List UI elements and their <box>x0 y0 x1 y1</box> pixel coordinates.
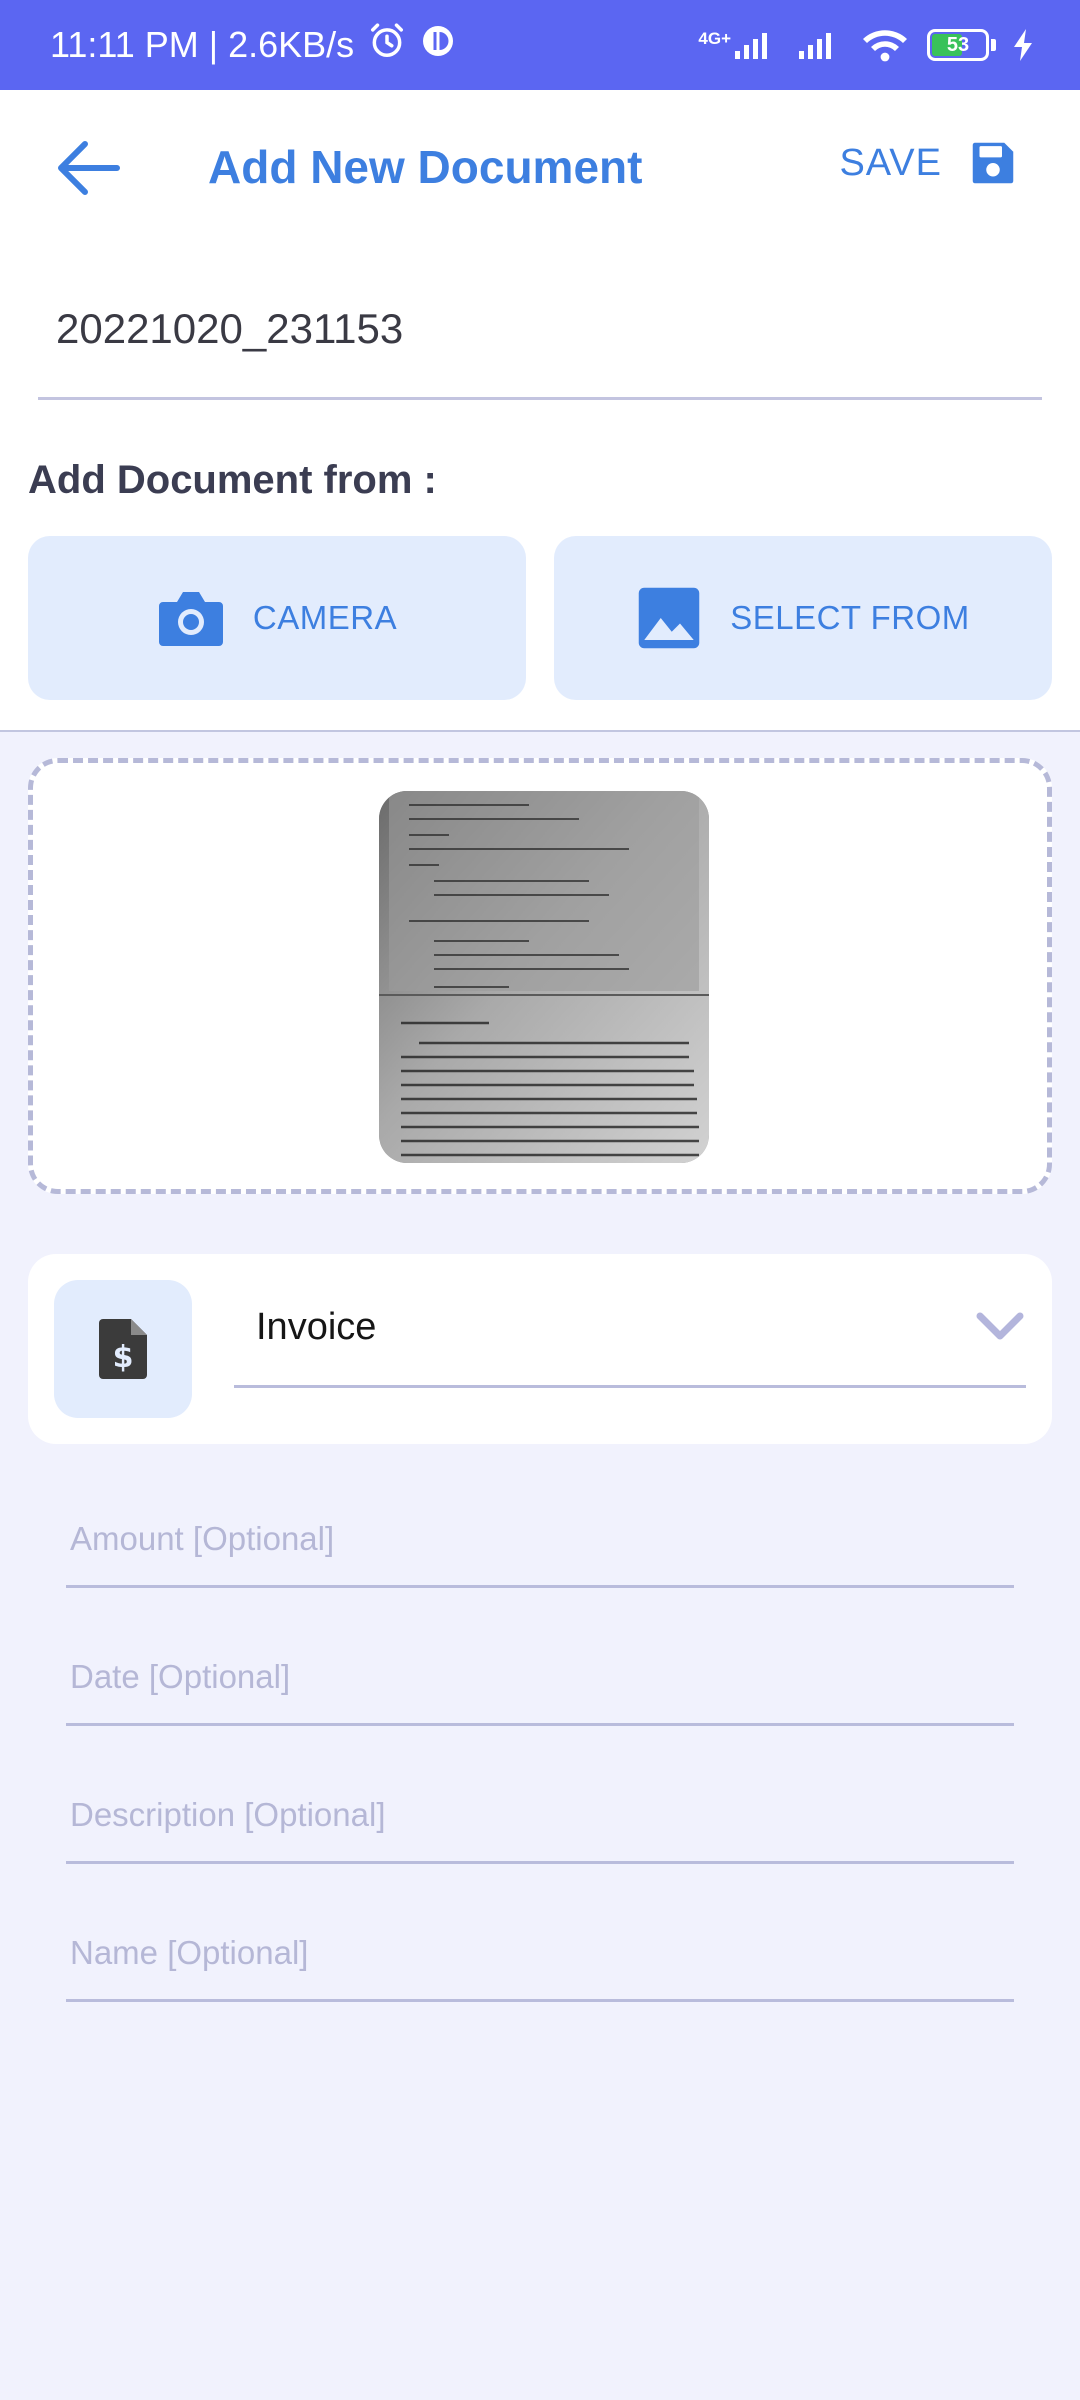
document-preview-image <box>379 791 709 1163</box>
add-from-label: Add Document from : <box>28 458 437 502</box>
document-preview-area[interactable] <box>28 758 1052 1194</box>
save-label: SAVE <box>839 141 942 184</box>
date-field[interactable] <box>66 1632 1014 1726</box>
floppy-disk-icon <box>972 142 1014 184</box>
status-bar: 11:11 PM | 2.6KB/s 4G+ 53 <box>0 0 1080 90</box>
name-input[interactable] <box>70 1928 1010 1978</box>
save-button[interactable]: SAVE <box>839 136 1020 190</box>
status-left: 11:11 PM | 2.6KB/s <box>50 22 456 69</box>
page-title: Add New Document <box>208 141 643 193</box>
camera-icon <box>158 592 223 646</box>
document-name-input[interactable] <box>56 294 1016 364</box>
description-field[interactable] <box>66 1770 1014 1864</box>
charging-icon <box>1014 29 1034 61</box>
battery-icon: 53 <box>927 29 996 61</box>
battery-level: 53 <box>946 33 970 56</box>
top-panel: Add New Document SAVE Add Document from … <box>0 90 1080 732</box>
network-type-label: 4G+ <box>698 29 731 48</box>
alarm-icon <box>368 22 406 69</box>
section-divider <box>0 730 1080 732</box>
wifi-icon <box>861 27 909 63</box>
signal-icon <box>795 29 843 61</box>
image-icon <box>638 587 700 649</box>
battery-cap <box>991 39 996 51</box>
back-button[interactable] <box>52 132 124 204</box>
amount-field[interactable] <box>66 1494 1014 1588</box>
document-name-field[interactable] <box>38 268 1042 400</box>
status-right: 4G+ 53 <box>698 27 1034 63</box>
select-from-button[interactable]: SELECT FROM <box>554 536 1052 700</box>
category-value: Invoice <box>256 1306 377 1348</box>
invoice-file-icon: $ <box>99 1319 147 1379</box>
document-photo <box>379 791 709 1163</box>
app-notification-icon <box>420 23 456 68</box>
camera-button[interactable]: CAMERA <box>28 536 526 700</box>
chevron-down-icon <box>976 1312 1024 1340</box>
battery-body: 53 <box>927 29 989 61</box>
status-time-speed: 11:11 PM | 2.6KB/s <box>50 24 355 65</box>
signal-4g-icon: 4G+ <box>698 29 777 61</box>
select-from-label: SELECT FROM <box>730 599 970 636</box>
amount-input[interactable] <box>70 1514 1010 1564</box>
date-input[interactable] <box>70 1652 1010 1702</box>
name-field[interactable] <box>66 1908 1014 2002</box>
svg-text:$: $ <box>113 1340 134 1375</box>
app-bar: Add New Document SAVE <box>0 90 1080 246</box>
arrow-left-icon <box>58 141 120 195</box>
category-dropdown[interactable]: Invoice <box>234 1274 1026 1388</box>
camera-label: CAMERA <box>252 599 398 636</box>
description-input[interactable] <box>70 1790 1010 1840</box>
category-icon-box: $ <box>54 1280 192 1418</box>
category-card: $ Invoice <box>28 1254 1052 1444</box>
